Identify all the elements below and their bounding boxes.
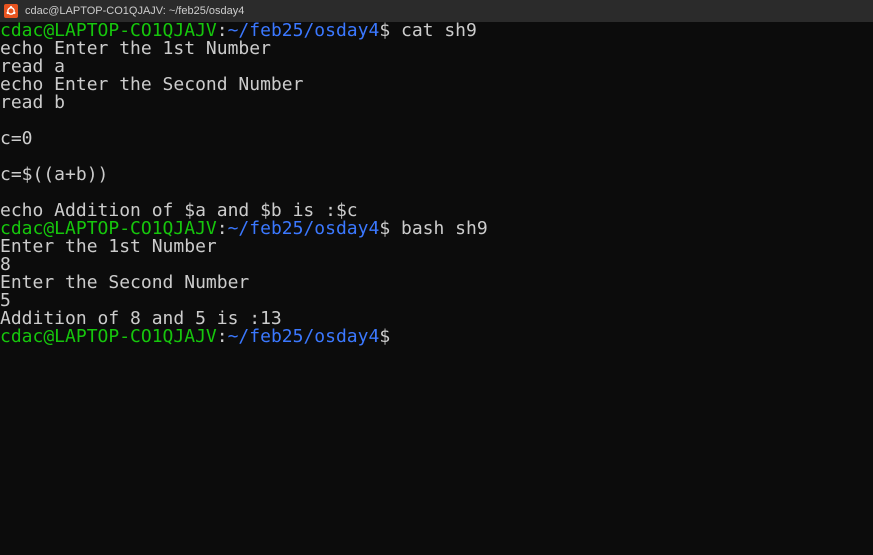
prompt-symbol: $ [379, 218, 391, 239]
prompt-symbol: $ [379, 326, 391, 347]
output-line: c=0 [0, 128, 33, 149]
output-line: c=$((a+b)) [0, 164, 109, 185]
prompt-line[interactable]: cdac@LAPTOP-CO1QJAJV:~/feb25/osday4$ [0, 328, 873, 346]
prompt-user-host: cdac@LAPTOP-CO1QJAJV [0, 326, 217, 347]
terminal-window: cdac@LAPTOP-CO1QJAJV: ~/feb25/osday4 cda… [0, 0, 873, 555]
prompt-symbol: $ [379, 20, 391, 41]
output-line: Enter the 1st Number [0, 236, 217, 257]
title-bar[interactable]: cdac@LAPTOP-CO1QJAJV: ~/feb25/osday4 [0, 0, 873, 22]
ubuntu-icon [4, 4, 18, 18]
output-line: read b [0, 92, 66, 113]
output-line: echo Enter the Second Number [0, 74, 304, 95]
prompt-separator: : [216, 218, 228, 239]
command-text: cat sh9 [390, 20, 477, 41]
output-line: Enter the Second Number [0, 272, 250, 293]
window-title: cdac@LAPTOP-CO1QJAJV: ~/feb25/osday4 [25, 5, 245, 17]
output-line: echo Enter the 1st Number [0, 38, 271, 59]
prompt-path: ~/feb25/osday4 [227, 326, 380, 347]
command-text: bash sh9 [390, 218, 488, 239]
prompt-separator: : [216, 326, 228, 347]
prompt-path: ~/feb25/osday4 [227, 218, 380, 239]
terminal-output[interactable]: cdac@LAPTOP-CO1QJAJV:~/feb25/osday4$ cat… [0, 22, 873, 555]
